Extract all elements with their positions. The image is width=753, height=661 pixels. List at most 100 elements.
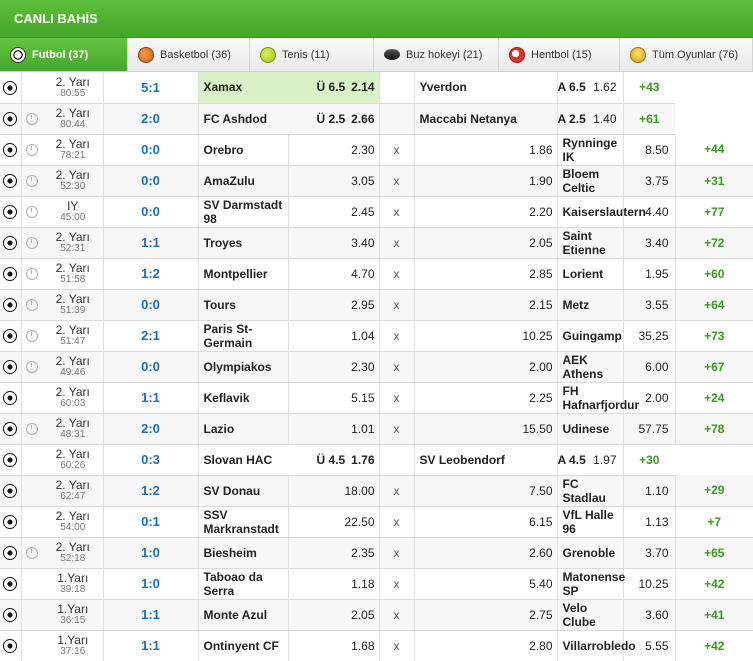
away-team-cell[interactable]: FC Stadlau — [557, 475, 624, 507]
table-row[interactable]: 2. Yarı 60:26 0:3 Slovan HAC Ü 4.5 1.76 SV Leo… — [0, 444, 753, 476]
home-odd-button[interactable]: 2.35 — [288, 537, 380, 569]
away-odd-cell[interactable]: A 2.5 1.40 — [557, 103, 624, 135]
tab-basketball[interactable]: Basketbol (36) — [128, 38, 250, 71]
draw-odd-button[interactable]: 2.00 — [414, 351, 558, 383]
table-row[interactable]: 1.Yarı 39:18 1:0 Taboao da Serra 1.18 x 5.40 Ma… — [0, 568, 753, 600]
home-odd-button[interactable]: 2.30 — [288, 134, 380, 166]
draw-odd-button[interactable]: 2.25 — [414, 382, 558, 414]
table-row[interactable]: 2. Yarı 62:47 1:2 SV Donau 18.00 x 7.50 FC Stad… — [0, 475, 753, 507]
table-row[interactable]: 1.Yarı 37:16 1:1 Ontinyent CF 1.68 x 2.80 Villa… — [0, 630, 753, 661]
home-odd-button[interactable]: 2.45 — [288, 196, 380, 228]
home-odds-button[interactable]: FC Ashdod Ü 2.5 2.66 — [198, 103, 380, 135]
home-team-cell[interactable]: Taboao da Serra — [198, 568, 289, 600]
away-odd-button[interactable]: 3.70 — [623, 537, 676, 569]
more-markets-button[interactable]: +65 — [675, 537, 753, 569]
tab-handball[interactable]: Hentbol (15) — [499, 38, 620, 71]
away-odd-button[interactable]: 3.75 — [623, 165, 676, 197]
more-markets-button[interactable]: +41 — [675, 599, 753, 631]
more-markets-button[interactable]: +42 — [675, 568, 753, 600]
tab-trophy[interactable]: Tüm Oyunlar (76) — [620, 38, 753, 71]
home-team-cell[interactable]: Keflavik — [198, 382, 289, 414]
home-odd-button[interactable]: 1.01 — [288, 413, 380, 445]
away-team-cell[interactable]: Saint Etienne — [557, 227, 624, 259]
home-team-cell[interactable]: Lazio — [198, 413, 289, 445]
draw-odd-button[interactable]: 10.25 — [414, 320, 558, 352]
table-row[interactable]: IY 45:00 0:0 SV Darmstadt 98 2.45 x 2.20 Kaiser… — [0, 196, 753, 228]
draw-odd-button[interactable]: 1.90 — [414, 165, 558, 197]
away-odd-button[interactable]: 3.40 — [623, 227, 676, 259]
draw-odd-button[interactable]: 2.80 — [414, 630, 558, 661]
away-odd-button[interactable]: 35.25 — [623, 320, 676, 352]
table-row[interactable]: 2. Yarı 51:39 0:0 Tours 2.95 x 2.15 Metz 3.55 +64 — [0, 289, 753, 321]
home-team-cell[interactable]: Orebro — [198, 134, 289, 166]
home-odd-button[interactable]: 2.30 — [288, 351, 380, 383]
away-odd-button[interactable]: 3.55 — [623, 289, 676, 321]
tab-tennis[interactable]: Tenis (11) — [250, 38, 374, 71]
home-odd-button[interactable]: 3.05 — [288, 165, 380, 197]
draw-odd-button[interactable]: 15.50 — [414, 413, 558, 445]
away-odd-button[interactable]: 10.25 — [623, 568, 676, 600]
away-odds-button[interactable]: SV Leobendorf — [414, 444, 558, 476]
more-markets-button[interactable]: +29 — [675, 475, 753, 507]
table-row[interactable]: 1.Yarı 36:15 1:1 Monte Azul 2.05 x 2.75 Velo Cl… — [0, 599, 753, 631]
home-odd-button[interactable]: 3.40 — [288, 227, 380, 259]
draw-odd-button[interactable]: 5.40 — [414, 568, 558, 600]
home-team-cell[interactable]: SV Darmstadt 98 — [198, 196, 289, 228]
more-markets-button[interactable]: +24 — [675, 382, 753, 414]
away-team-cell[interactable]: FH Hafnarfjordur — [557, 382, 639, 414]
away-odd-button[interactable]: 8.50 — [623, 134, 676, 166]
table-row[interactable]: 2. Yarı 60:03 1:1 Keflavik 5.15 x 2.25 FH Hafna… — [0, 382, 753, 414]
away-team-cell[interactable]: Udinese — [557, 413, 624, 445]
table-row[interactable]: 2. Yarı 52:30 0:0 AmaZulu 3.05 x 1.90 Bloem Cel… — [0, 165, 753, 197]
home-odd-button[interactable]: 5.15 — [288, 382, 380, 414]
home-team-cell[interactable]: Biesheim — [198, 537, 289, 569]
more-markets-button[interactable]: +43 — [623, 72, 675, 104]
away-team-cell[interactable]: Bloem Celtic — [557, 165, 624, 197]
away-team-cell[interactable]: Metz — [557, 289, 624, 321]
table-row[interactable]: 2. Yarı 51:47 2:1 Paris St-Germain 1.04 x 10.2… — [0, 320, 753, 352]
away-team-cell[interactable]: Villarrobledo — [557, 630, 636, 661]
home-odd-button[interactable]: 1.04 — [288, 320, 380, 352]
home-team-cell[interactable]: Montpellier — [198, 258, 289, 290]
home-team-cell[interactable]: Tours — [198, 289, 289, 321]
table-row[interactable]: 2. Yarı 49:46 0:0 Olympiakos 2.30 x 2.00 AEK At… — [0, 351, 753, 383]
more-markets-button[interactable]: +73 — [675, 320, 753, 352]
more-markets-button[interactable]: +7 — [675, 506, 753, 538]
home-odd-button[interactable]: 2.05 — [288, 599, 380, 631]
draw-odd-button[interactable]: 2.85 — [414, 258, 558, 290]
home-odd-button[interactable]: 4.70 — [288, 258, 380, 290]
home-odd-button[interactable]: 18.00 — [288, 475, 380, 507]
away-odd-button[interactable]: 1.13 — [623, 506, 676, 538]
home-team-cell[interactable]: SSV Markranstadt — [198, 506, 289, 538]
away-team-cell[interactable]: AEK Athens — [557, 351, 624, 383]
more-markets-button[interactable]: +64 — [675, 289, 753, 321]
away-team-cell[interactable]: Velo Clube — [557, 599, 624, 631]
away-team-cell[interactable]: VfL Halle 96 — [557, 506, 624, 538]
away-odd-button[interactable]: 6.00 — [623, 351, 676, 383]
tab-hockey-puck[interactable]: Buz hokeyi (21) — [374, 38, 499, 71]
draw-odd-button[interactable]: 6.15 — [414, 506, 558, 538]
table-row[interactable]: 2. Yarı 48:31 2:0 Lazio 1.01 x 15.50 Udinese 57.… — [0, 413, 753, 445]
away-team-cell[interactable]: Matonense SP — [557, 568, 625, 600]
draw-odd-button[interactable]: 7.50 — [414, 475, 558, 507]
home-team-cell[interactable]: AmaZulu — [198, 165, 289, 197]
tab-football[interactable]: Futbol (37) — [0, 38, 128, 71]
away-odd-button[interactable]: 1.10 — [623, 475, 676, 507]
draw-odd-button[interactable]: 2.05 — [414, 227, 558, 259]
home-team-cell[interactable]: Ontinyent CF — [198, 630, 289, 661]
draw-odd-button[interactable]: 2.75 — [414, 599, 558, 631]
home-odd-button[interactable]: 2.95 — [288, 289, 380, 321]
home-team-cell[interactable]: Troyes — [198, 227, 289, 259]
more-markets-button[interactable]: +67 — [675, 351, 753, 383]
home-odds-button[interactable]: Slovan HAC Ü 4.5 1.76 — [198, 444, 380, 476]
away-odds-button[interactable]: Yverdon — [414, 72, 558, 104]
draw-odd-button[interactable]: 2.20 — [414, 196, 558, 228]
away-odds-button[interactable]: Maccabi Netanya — [414, 103, 558, 135]
more-markets-button[interactable]: +77 — [675, 196, 753, 228]
table-row[interactable]: 2. Yarı 51:58 1:2 Montpellier 4.70 x 2.85 Lorie… — [0, 258, 753, 290]
more-markets-button[interactable]: +72 — [675, 227, 753, 259]
away-odd-button[interactable]: 3.60 — [623, 599, 676, 631]
away-team-cell[interactable]: Guingamp — [557, 320, 624, 352]
home-odds-button[interactable]: Xamax Ü 6.5 2.14 — [198, 72, 380, 104]
home-team-cell[interactable]: Monte Azul — [198, 599, 289, 631]
